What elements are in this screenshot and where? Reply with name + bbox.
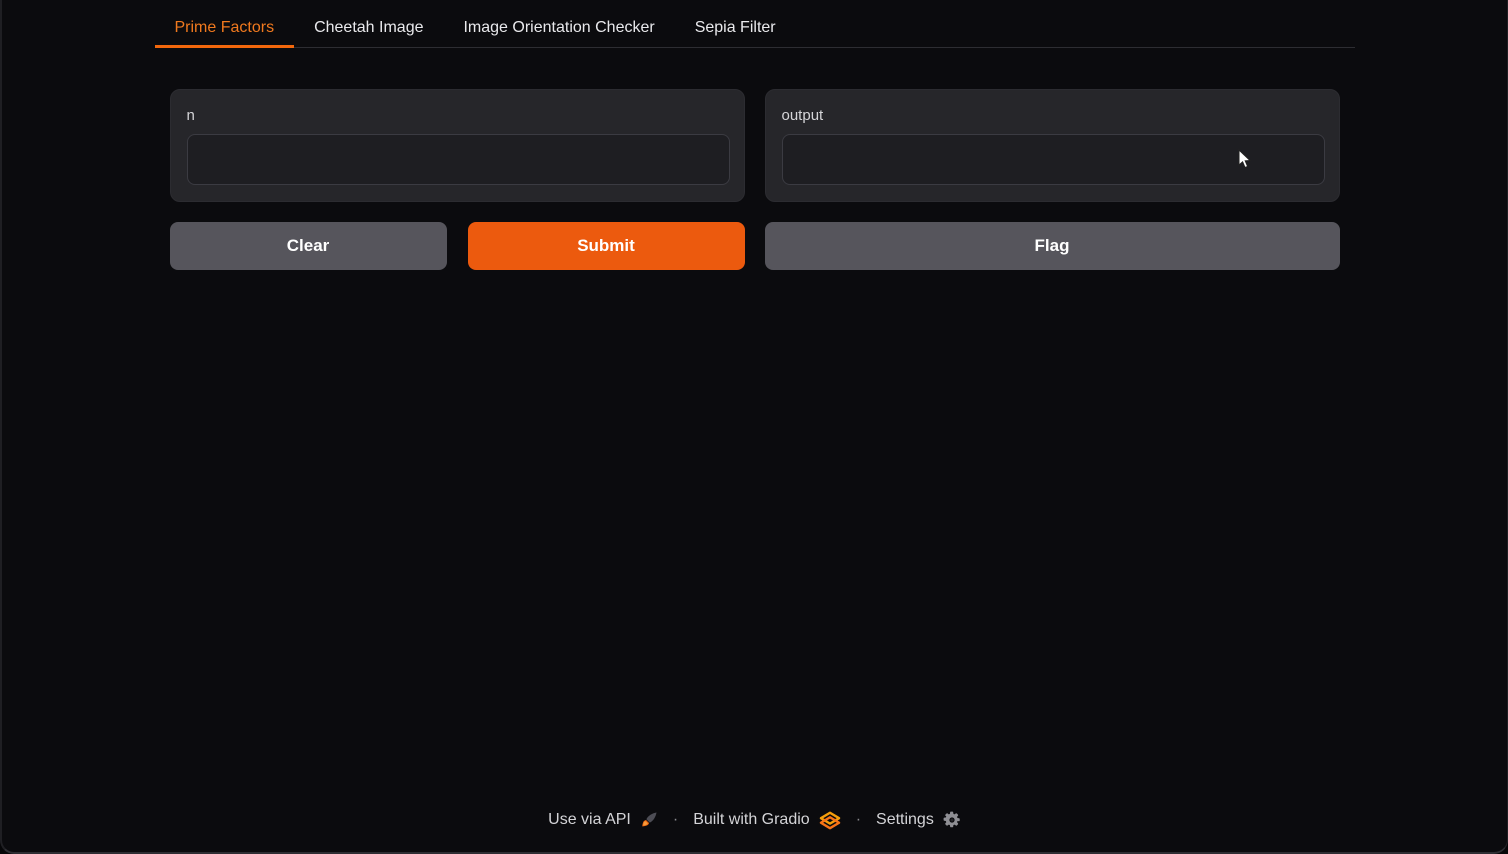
output-label: output <box>782 107 1323 124</box>
tab-image-orientation-checker[interactable]: Image Orientation Checker <box>443 10 674 48</box>
input-label: n <box>187 107 728 124</box>
clear-button[interactable]: Clear <box>170 222 447 270</box>
footer-separator: · <box>667 811 684 829</box>
button-group: Clear Submit <box>170 222 745 270</box>
app-window: Prime Factors Cheetah Image Image Orient… <box>0 0 1508 854</box>
tab-panel-prime-factors: n output Clear Submit Flag <box>170 89 1340 270</box>
submit-button[interactable]: Submit <box>468 222 745 270</box>
tab-bar: Prime Factors Cheetah Image Image Orient… <box>155 0 1355 48</box>
output-panel: output <box>765 89 1340 202</box>
flag-button[interactable]: Flag <box>765 222 1340 270</box>
gradio-logo-icon <box>819 810 841 830</box>
tab-sepia-filter[interactable]: Sepia Filter <box>675 10 796 48</box>
output-field[interactable] <box>782 134 1325 185</box>
footer: Use via API · Built with Gradio · Settin… <box>2 810 1507 830</box>
built-with-gradio-link[interactable]: Built with Gradio <box>693 811 810 829</box>
tab-cheetah-image[interactable]: Cheetah Image <box>294 10 443 48</box>
tab-prime-factors[interactable]: Prime Factors <box>155 10 295 48</box>
use-via-api-link[interactable]: Use via API <box>548 811 631 829</box>
rocket-icon <box>640 811 658 829</box>
footer-separator: · <box>850 811 867 829</box>
gear-icon <box>943 811 961 829</box>
settings-link[interactable]: Settings <box>876 811 934 829</box>
n-input[interactable] <box>187 134 730 185</box>
input-panel: n <box>170 89 745 202</box>
